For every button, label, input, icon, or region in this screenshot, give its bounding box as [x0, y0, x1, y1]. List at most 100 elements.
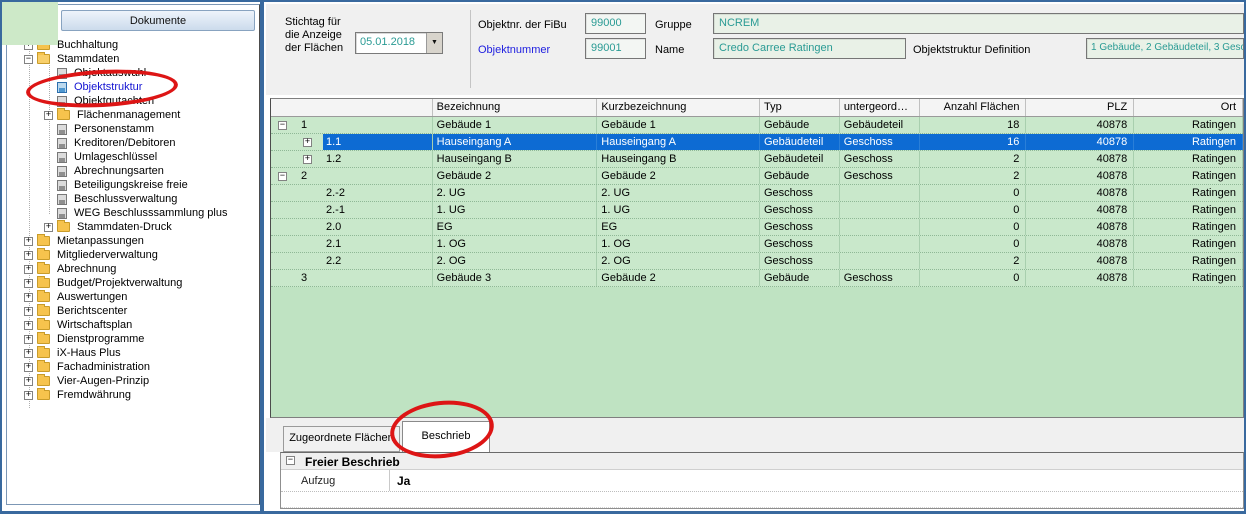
folder-icon	[37, 306, 50, 316]
minus-expander-icon[interactable]: −	[278, 172, 287, 181]
sidebar-item-mitgliederverwaltung[interactable]: +Mitgliederverwaltung	[13, 248, 256, 262]
plus-expander-icon[interactable]: +	[24, 293, 33, 302]
stichtag-label-line2: die Anzeige	[285, 29, 343, 42]
sidebar-item-label: Dienstprogramme	[55, 333, 146, 345]
sidebar-item-dienstprogramme[interactable]: + Dienstprogramme	[13, 332, 256, 346]
sidebar-item-abrechnung[interactable]: +Abrechnung	[13, 262, 256, 276]
sidebar-item-berichtscenter[interactable]: +Berichtscenter	[13, 304, 256, 318]
cell-bezeichnung: EG	[433, 219, 598, 235]
plus-expander-icon[interactable]: +	[24, 349, 33, 358]
sidebar-item-weg-beschlusssammlung-plus[interactable]: WEG Beschlusssammlung plus	[13, 206, 256, 220]
cell-untergeord: Geschoss	[840, 168, 920, 184]
plus-expander-icon[interactable]: +	[303, 138, 312, 147]
sidebar-item-kreditoren-debitoren[interactable]: Kreditoren/Debitoren	[13, 136, 256, 150]
collapse-minus-icon[interactable]: −	[286, 456, 295, 465]
table-row-2[interactable]: −2Gebäude 2Gebäude 2GebäudeGeschoss24087…	[271, 168, 1243, 185]
cell-kurzbezeichnung: Hauseingang A	[597, 134, 760, 150]
column-header-typ[interactable]: Typ	[760, 99, 840, 116]
plus-expander-icon[interactable]: +	[24, 251, 33, 260]
column-header-untergeord[interactable]: untergeord…	[840, 99, 920, 116]
sidebar-item-umlageschl-ssel[interactable]: Umlageschlüssel	[13, 150, 256, 164]
doc-icon	[57, 124, 67, 135]
sidebar-item-fachadministration[interactable]: +Fachadministration	[13, 360, 256, 374]
sidebar-item-stammdaten-druck[interactable]: +Stammdaten-Druck	[13, 220, 256, 234]
column-header-tree[interactable]	[271, 99, 433, 116]
plus-expander-icon[interactable]: +	[44, 223, 53, 232]
sidebar-item-ix-haus-plus[interactable]: +iX-Haus Plus	[13, 346, 256, 360]
plus-expander-icon[interactable]: +	[24, 307, 33, 316]
sidebar-item-vier-augen-prinzip[interactable]: +Vier-Augen-Prinzip	[13, 374, 256, 388]
sidebar-item-stammdaten[interactable]: −Stammdaten	[13, 52, 256, 66]
objektnummer-field[interactable]: 99001	[585, 38, 646, 59]
beschrieb-row-aufzug[interactable]: Aufzug Ja	[281, 470, 1243, 492]
column-header-bezeichnung[interactable]: Bezeichnung	[433, 99, 598, 116]
sidebar-item-budget-projektverwaltung[interactable]: +Budget/Projektverwaltung	[13, 276, 256, 290]
column-header-plz[interactable]: PLZ	[1026, 99, 1134, 116]
plus-expander-icon[interactable]: +	[24, 377, 33, 386]
minus-expander-icon[interactable]: −	[24, 55, 33, 64]
cell-untergeord	[840, 236, 920, 252]
sidebar-item-mietanpassungen[interactable]: +Mietanpassungen	[13, 234, 256, 248]
objektnr-fibu-field[interactable]: 99000	[585, 13, 646, 34]
plus-expander-icon[interactable]: +	[24, 391, 33, 400]
sidebar-item-fremdw-hrung[interactable]: +Fremdwährung	[13, 388, 256, 402]
plus-expander-icon[interactable]: +	[44, 111, 53, 120]
table-row-1[interactable]: −1Gebäude 1Gebäude 1GebäudeGebäudeteil18…	[271, 117, 1243, 134]
cell-ort: Ratingen	[1134, 236, 1243, 252]
minus-expander-icon[interactable]: −	[278, 121, 287, 130]
plus-expander-icon[interactable]: +	[24, 237, 33, 246]
cell-plz: 40878	[1026, 134, 1134, 150]
plus-expander-icon[interactable]: +	[24, 265, 33, 274]
sidebar-item-abrechnungsarten[interactable]: Abrechnungsarten	[13, 164, 256, 178]
cell-anzahl-fl-chen: 0	[920, 236, 1027, 252]
cell-typ: Geschoss	[760, 219, 840, 235]
sidebar-item-auswertungen[interactable]: +Auswertungen	[13, 290, 256, 304]
chevron-down-icon[interactable]: ▼	[426, 33, 442, 53]
row-number-label: 2.2	[323, 253, 432, 269]
cell-anzahl-fl-chen: 0	[920, 270, 1027, 286]
objektstruktur-definition-field[interactable]: 1 Gebäude, 2 Gebäudeteil, 3 Geschoss	[1086, 38, 1244, 59]
name-field[interactable]: Credo Carree Ratingen	[713, 38, 906, 59]
table-row-2-0[interactable]: 2.0EGEGGeschoss040878Ratingen	[271, 219, 1243, 236]
table-row-2-2[interactable]: 2.22. OG2. OGGeschoss240878Ratingen	[271, 253, 1243, 270]
sidebar-item-beschlussverwaltung[interactable]: Beschlussverwaltung	[13, 192, 256, 206]
object-header-panel: Stichtag für die Anzeige der Flächen 05.…	[266, 4, 1244, 95]
plus-expander-icon[interactable]: +	[24, 279, 33, 288]
plus-expander-icon[interactable]: +	[303, 155, 312, 164]
object-structure-table: BezeichnungKurzbezeichnungTypuntergeord……	[270, 98, 1244, 418]
table-row-2-1[interactable]: 2.-11. UG1. UGGeschoss040878Ratingen	[271, 202, 1243, 219]
plus-expander-icon[interactable]: +	[24, 335, 33, 344]
sidebar-item-wirtschaftsplan[interactable]: +Wirtschaftsplan	[13, 318, 256, 332]
column-header-anzahl-fl-chen[interactable]: Anzahl Flächen	[920, 99, 1027, 116]
beschrieb-empty-row	[281, 492, 1243, 508]
table-row-1-2[interactable]: +1.2Hauseingang BHauseingang BGebäudetei…	[271, 151, 1243, 168]
stichtag-date-select[interactable]: 05.01.2018 ▼	[355, 32, 443, 54]
plus-expander-icon[interactable]: +	[24, 363, 33, 372]
table-row-2-1[interactable]: 2.11. OG1. OGGeschoss040878Ratingen	[271, 236, 1243, 253]
folder-icon	[37, 348, 50, 358]
folder-icon	[37, 334, 50, 344]
table-row-1-1[interactable]: +1.1Hauseingang AHauseingang AGebäudetei…	[271, 134, 1243, 151]
dokumente-button[interactable]: Dokumente	[61, 10, 255, 31]
cell-anzahl-fl-chen: 16	[920, 134, 1027, 150]
sidebar-item-label: WEG Beschlusssammlung plus	[72, 207, 229, 219]
cell-anzahl-fl-chen: 2	[920, 168, 1027, 184]
gruppe-field[interactable]: NCREM	[713, 13, 1244, 34]
table-row-3[interactable]: 3Gebäude 3Gebäude 2GebäudeGeschoss040878…	[271, 270, 1243, 287]
tab-zugeordnete-fl-chen[interactable]: Zugeordnete Flächen	[283, 426, 400, 452]
column-header-kurzbezeichnung[interactable]: Kurzbezeichnung	[597, 99, 760, 116]
row-number-label: 2.-1	[323, 202, 432, 218]
sidebar-item-beteiligungskreise-freie[interactable]: Beteiligungskreise freie	[13, 178, 256, 192]
sidebar-item-label: Abrechnungsarten	[72, 165, 166, 177]
sidebar-item-personenstamm[interactable]: Personenstamm	[13, 122, 256, 136]
column-header-ort[interactable]: Ort	[1134, 99, 1243, 116]
sidebar-item-label: Kreditoren/Debitoren	[72, 137, 178, 149]
cell-bezeichnung: Gebäude 1	[433, 117, 598, 133]
cell-ort: Ratingen	[1134, 185, 1243, 201]
cell-plz: 40878	[1026, 168, 1134, 184]
plus-expander-icon[interactable]: +	[24, 321, 33, 330]
cell-anzahl-fl-chen: 2	[920, 151, 1027, 167]
sidebar-item-fl-chenmanagement[interactable]: +Flächenmanagement	[13, 108, 256, 122]
cell-typ: Geschoss	[760, 253, 840, 269]
table-row-2-2[interactable]: 2.-22. UG2. UGGeschoss040878Ratingen	[271, 185, 1243, 202]
